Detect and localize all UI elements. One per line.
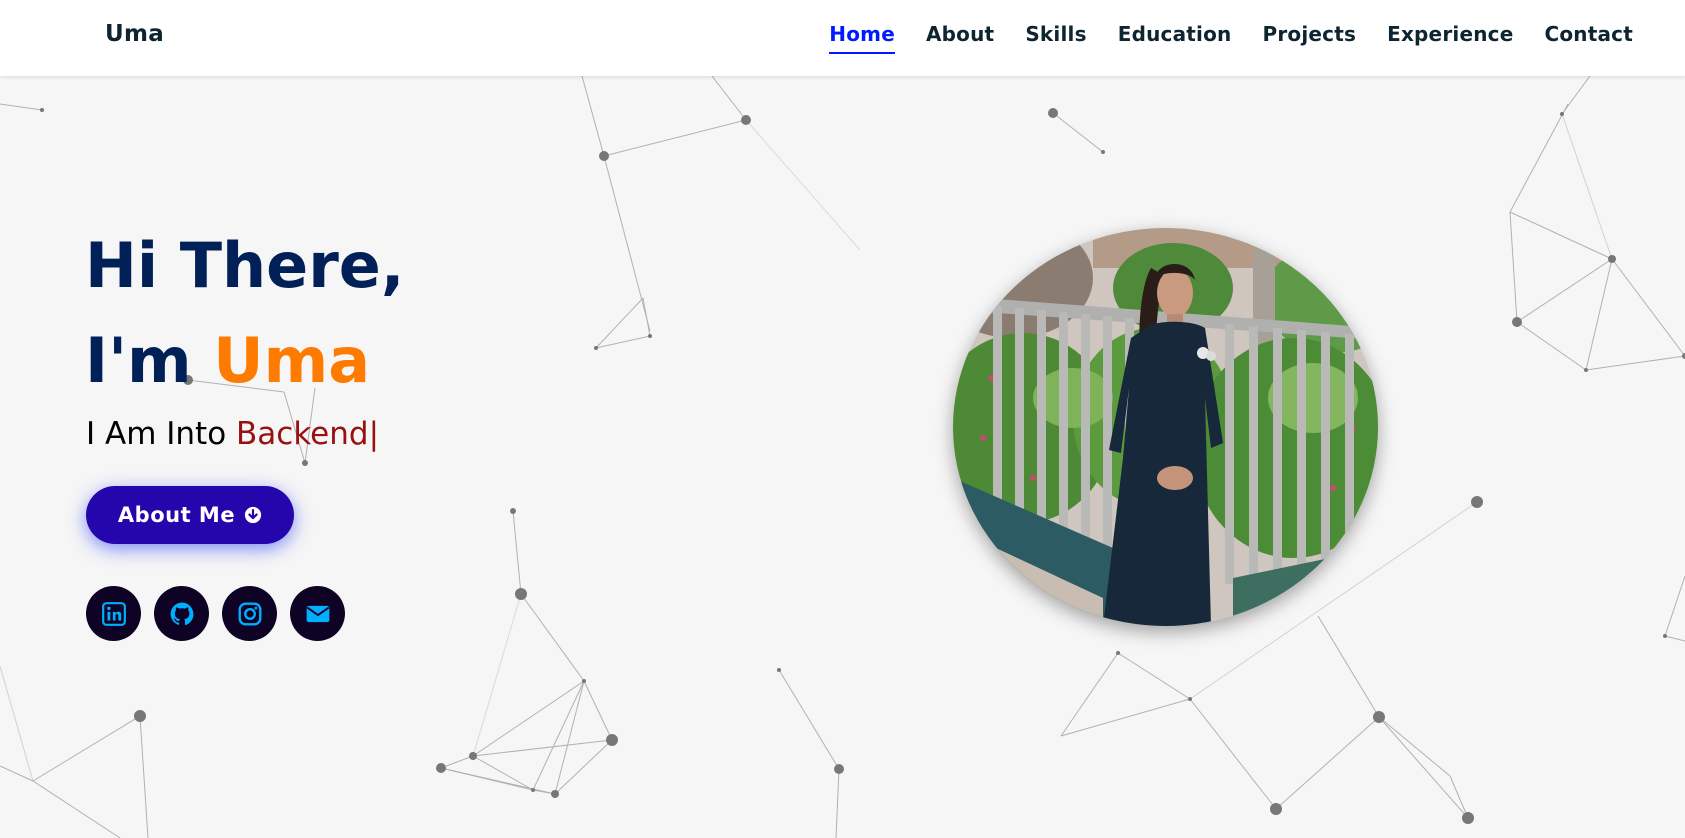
- instagram-icon: [238, 602, 261, 625]
- hero-greeting: Hi There,: [85, 229, 405, 302]
- nav-link-home[interactable]: Home: [829, 22, 895, 54]
- typed-prefix: I Am Into: [86, 416, 227, 452]
- arrow-circle-down-icon: [244, 506, 262, 524]
- nav-link-about[interactable]: About: [926, 22, 994, 54]
- envelope-icon: [306, 605, 329, 622]
- github-link[interactable]: [154, 586, 209, 641]
- nav-link-experience[interactable]: Experience: [1387, 22, 1513, 54]
- profile-photo: [953, 228, 1378, 626]
- hero-heading: Hi There, I'm Uma: [85, 218, 404, 408]
- hero-name: Uma: [213, 324, 371, 397]
- linkedin-link[interactable]: [86, 586, 141, 641]
- instagram-link[interactable]: [222, 586, 277, 641]
- nav-link-skills[interactable]: Skills: [1025, 22, 1086, 54]
- particle-network-background: [0, 76, 1685, 838]
- nav-link-projects[interactable]: Projects: [1262, 22, 1356, 54]
- nav-link-contact[interactable]: Contact: [1544, 22, 1633, 54]
- social-links: [86, 586, 358, 641]
- typed-tagline: I Am Into Backend|: [86, 416, 379, 452]
- nav-menu: Home About Skills Education Projects Exp…: [798, 0, 1633, 76]
- about-me-button[interactable]: About Me: [86, 486, 294, 544]
- email-link[interactable]: [290, 586, 345, 641]
- navbar: Uma Home About Skills Education Projects…: [0, 0, 1685, 76]
- typed-word: Backend|: [236, 416, 380, 452]
- about-me-button-label: About Me: [117, 503, 236, 527]
- hero-intro-prefix: I'm: [85, 324, 192, 397]
- nav-link-education[interactable]: Education: [1118, 22, 1232, 54]
- site-logo[interactable]: Uma: [105, 21, 164, 47]
- linkedin-icon: [101, 601, 126, 626]
- github-icon: [170, 602, 193, 625]
